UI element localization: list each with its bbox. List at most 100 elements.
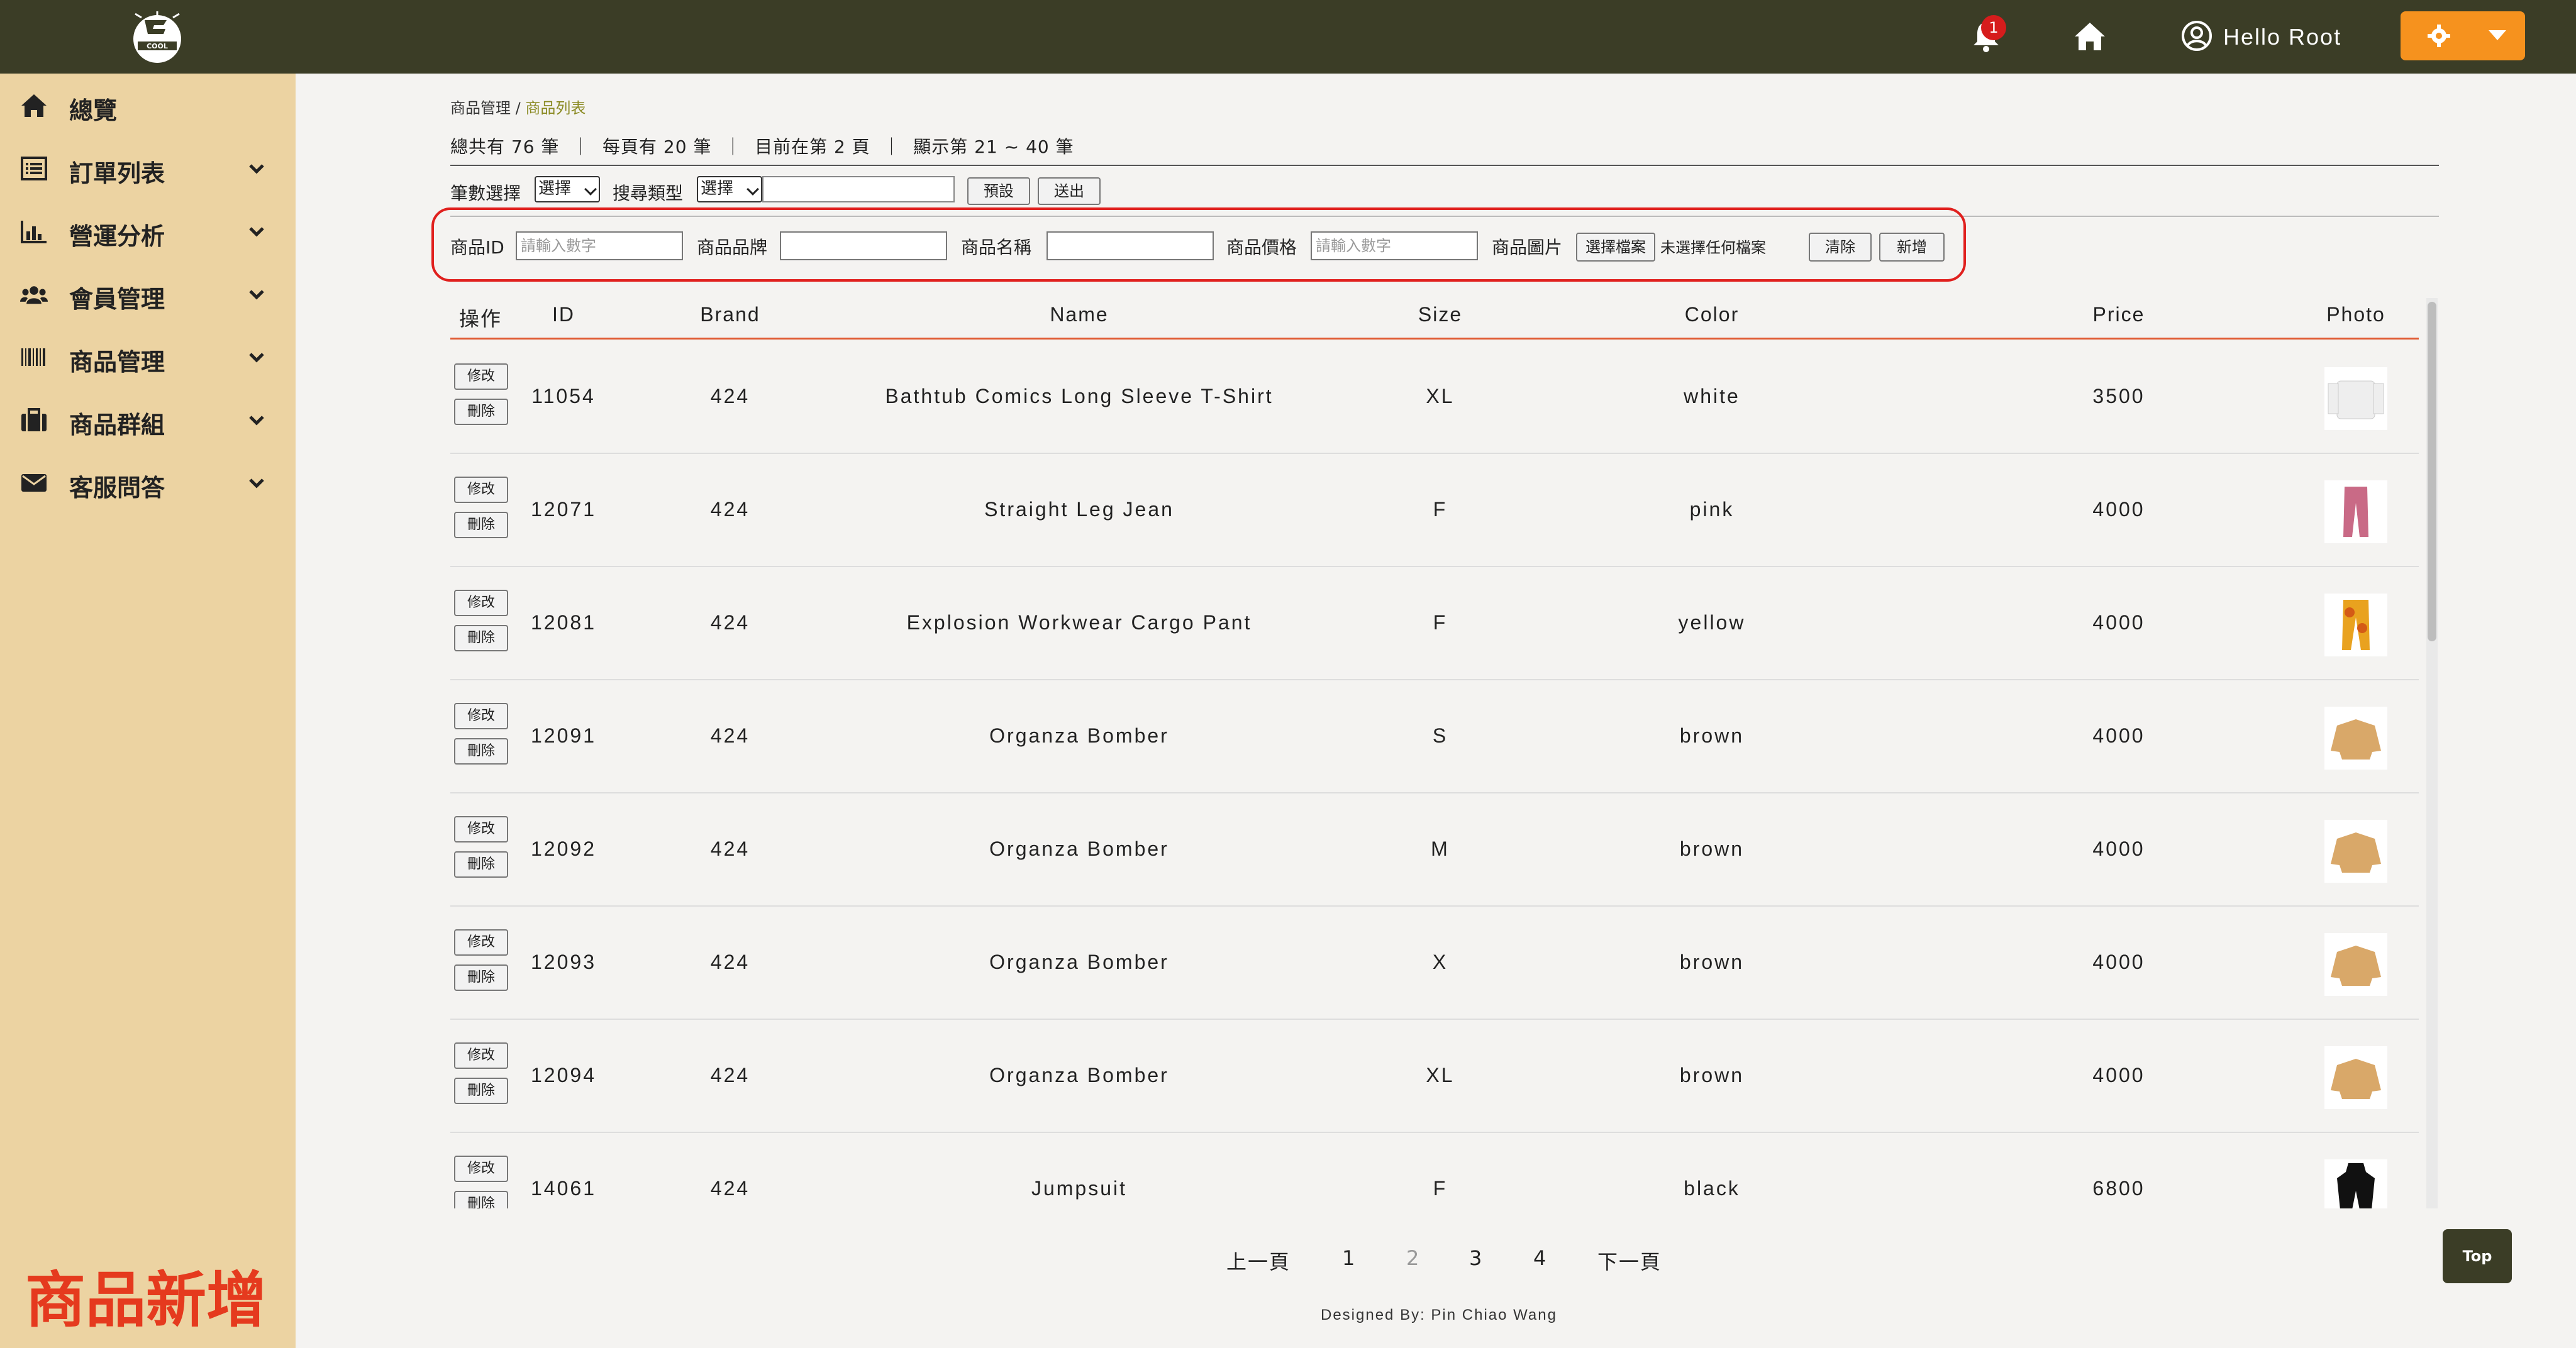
delete-button[interactable]: 刪除: [454, 512, 508, 538]
product-id-input[interactable]: 請輸入數字: [516, 231, 683, 260]
product-image-label: 商品圖片: [1492, 237, 1563, 258]
cell-price: 3500: [2092, 385, 2145, 407]
submit-button[interactable]: 送出: [1038, 177, 1101, 205]
page-link-1[interactable]: 1: [1342, 1246, 1356, 1270]
sidebar-item-label: 商品管理: [69, 348, 165, 376]
search-type-select[interactable]: 選擇: [697, 176, 762, 202]
cell-price: 4000: [2092, 951, 2145, 973]
cell-id: 12071: [531, 498, 596, 521]
delete-button[interactable]: 刪除: [454, 625, 508, 651]
cell-price: 4000: [2092, 724, 2145, 747]
sidebar-item-product-groups[interactable]: 商品群組: [0, 392, 296, 448]
cell-color: black: [1684, 1177, 1740, 1200]
top-navbar: COOL 1 Hello Root: [0, 0, 2576, 74]
user-greeting[interactable]: Hello Root: [2223, 24, 2341, 50]
cell-id: 12091: [531, 724, 596, 747]
cell-color: brown: [1679, 951, 1745, 973]
cool-logo[interactable]: COOL: [129, 9, 186, 65]
chevron-down-icon: [249, 353, 264, 363]
cell-name: Bathtub Comics Long Sleeve T-Shirt: [885, 385, 1274, 407]
product-name-input[interactable]: [1046, 231, 1214, 260]
sidebar-item-label: 商品群組: [69, 411, 165, 439]
user-circle-icon[interactable]: [2181, 20, 2212, 52]
settings-dropdown-button[interactable]: [2401, 11, 2525, 60]
chevron-down-icon: [249, 290, 264, 300]
default-button[interactable]: 預設: [967, 177, 1030, 205]
briefcase-icon: [21, 408, 47, 431]
table-row: 修改 刪除 12091 424 Organza Bomber Sbrown 4000: [450, 680, 2419, 793]
cell-name: Organza Bomber: [989, 837, 1169, 860]
delete-button[interactable]: 刪除: [454, 1078, 508, 1104]
sidebar-item-products[interactable]: 商品管理: [0, 329, 296, 385]
page-link-2-current: 2: [1406, 1246, 1421, 1270]
cell-color: white: [1684, 385, 1740, 407]
delete-button[interactable]: 刪除: [454, 738, 508, 765]
cell-name: Organza Bomber: [989, 724, 1169, 747]
choose-file-button[interactable]: 選擇檔案: [1576, 233, 1655, 262]
sidebar-item-label: 訂單列表: [69, 160, 165, 187]
product-brand-input[interactable]: [780, 231, 947, 260]
list-icon: [21, 157, 47, 180]
edit-button[interactable]: 修改: [454, 1042, 508, 1069]
search-input[interactable]: [762, 176, 955, 202]
edit-button[interactable]: 修改: [454, 816, 508, 842]
search-type-label: 搜尋類型: [613, 183, 684, 204]
breadcrumb-current: 商品列表: [525, 99, 586, 117]
sidebar-item-orders[interactable]: 訂單列表: [0, 140, 296, 197]
chevron-down-icon: [584, 183, 597, 196]
delete-button[interactable]: 刪除: [454, 964, 508, 991]
back-to-top-button[interactable]: Top: [2443, 1229, 2512, 1283]
edit-button[interactable]: 修改: [454, 590, 508, 616]
cell-size: F: [1433, 611, 1448, 634]
cell-color: yellow: [1678, 611, 1746, 634]
breadcrumb-parent[interactable]: 商品管理: [450, 99, 511, 117]
cell-id: 12094: [531, 1064, 596, 1086]
sidebar-item-members[interactable]: 會員管理: [0, 266, 296, 323]
column-header: ID: [552, 303, 575, 326]
column-header: Photo: [2326, 303, 2385, 326]
product-table: 操作 ID Brand Name Size Color Price Photo …: [450, 290, 2438, 1208]
table-row: 修改 刪除 12093 424 Organza Bomber Xbrown 4000: [450, 907, 2419, 1020]
cell-id: 11054: [531, 385, 596, 407]
product-photo: [2324, 820, 2387, 883]
cell-color: brown: [1679, 837, 1745, 860]
delete-button[interactable]: 刪除: [454, 851, 508, 878]
cell-price: 4000: [2092, 498, 2145, 521]
count-select-label: 筆數選擇: [450, 183, 521, 204]
chevron-down-icon: [249, 478, 264, 489]
page-link-3[interactable]: 3: [1469, 1246, 1483, 1270]
product-photo: [2324, 707, 2387, 770]
delete-button[interactable]: 刪除: [454, 399, 508, 425]
table-scrollbar-thumb[interactable]: [2428, 302, 2436, 641]
cell-color: pink: [1689, 498, 1735, 521]
product-price-input[interactable]: 請輸入數字: [1311, 231, 1478, 260]
clear-button[interactable]: 清除: [1809, 233, 1872, 262]
edit-button[interactable]: 修改: [454, 703, 508, 729]
edit-button[interactable]: 修改: [454, 477, 508, 503]
cell-name: Organza Bomber: [989, 951, 1169, 973]
envelope-icon: [21, 474, 47, 492]
prev-page-link[interactable]: 上一頁: [1226, 1246, 1291, 1275]
footer-credit: Designed By: Pin Chiao Wang: [1321, 1307, 1557, 1323]
count-select[interactable]: 選擇: [535, 176, 600, 202]
product-id-label: 商品ID: [450, 237, 504, 258]
edit-button[interactable]: 修改: [454, 929, 508, 956]
caret-down-icon: [2489, 30, 2506, 40]
edit-button[interactable]: 修改: [454, 1156, 508, 1182]
cell-size: M: [1431, 837, 1450, 860]
breadcrumb-separator: /: [515, 99, 521, 117]
cell-id: 12093: [531, 951, 596, 973]
home-icon[interactable]: [2072, 19, 2107, 54]
next-page-link[interactable]: 下一頁: [1597, 1246, 1662, 1275]
table-row: 修改 刪除 12094 424 Organza Bomber XL brown 4000: [450, 1020, 2419, 1133]
notification-badge: 1: [1981, 15, 2006, 40]
sidebar-item-support[interactable]: 客服問答: [0, 455, 296, 511]
page-link-4[interactable]: 4: [1533, 1246, 1547, 1270]
product-price-label: 商品價格: [1226, 237, 1297, 258]
sidebar-item-analytics[interactable]: 營運分析: [0, 203, 296, 260]
edit-button[interactable]: 修改: [454, 363, 508, 390]
sidebar-item-overview[interactable]: 總覽: [0, 77, 296, 134]
add-button[interactable]: 新增: [1879, 233, 1945, 262]
chevron-down-icon: [249, 227, 264, 237]
delete-button[interactable]: 刪除: [454, 1191, 508, 1208]
